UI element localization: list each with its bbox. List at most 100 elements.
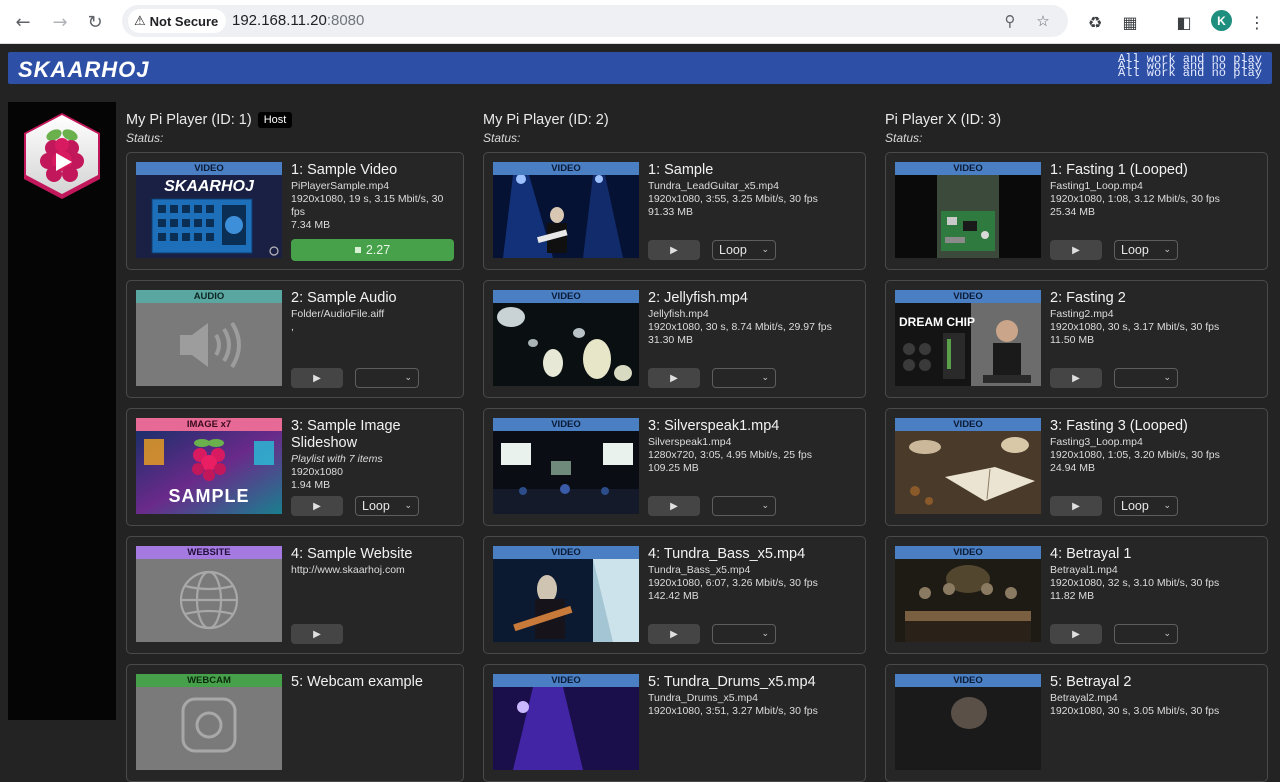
media-card[interactable]: VIDEO 1: Fasting 1 (Looped) Fasting1_Loo… xyxy=(885,152,1268,270)
playing-progress-button[interactable]: 2.27 xyxy=(291,239,454,261)
chevron-down-icon: ⌄ xyxy=(1163,501,1171,511)
media-filename: Tundra_Bass_x5.mp4 xyxy=(648,564,751,576)
media-info: 4: Betrayal 1 Betrayal1.mp4 1920x1080, 3… xyxy=(1050,546,1259,603)
address-bar[interactable]: ⚠ Not Secure 192.168.11.20:8080 ⚲ ☆ xyxy=(122,5,1068,37)
media-size: 109.25 MB xyxy=(648,462,699,474)
media-card[interactable]: VIDEO 5: Betrayal 2 Betrayal2.mp4 1920x1… xyxy=(885,664,1268,782)
media-thumbnail[interactable]: WEBSITE xyxy=(136,546,282,642)
loop-select[interactable]: ⌄ xyxy=(355,368,419,388)
player-status: Status: xyxy=(885,131,923,145)
media-thumbnail[interactable]: VIDEO xyxy=(493,418,639,514)
not-secure-label: Not Secure xyxy=(149,13,219,29)
media-controls: ▶ ⌄ xyxy=(1050,624,1178,644)
media-thumbnail[interactable]: VIDEO xyxy=(895,162,1041,258)
profile-avatar[interactable]: K xyxy=(1211,10,1232,31)
media-thumbnail[interactable]: VIDEO SKAARHOJ xyxy=(136,162,282,258)
media-title: 4: Sample Website xyxy=(291,546,413,562)
media-card[interactable]: AUDIO 2: Sample Audio Folder/AudioFile.a… xyxy=(126,280,464,398)
media-card[interactable]: IMAGE x7 SAMPLE 3: Sample Image Slidesho… xyxy=(126,408,464,526)
player-column-3: Pi Player X (ID: 3) Status: xyxy=(885,110,1001,147)
media-card[interactable]: WEBSITE 4: Sample Website http://www.ska… xyxy=(126,536,464,654)
media-meta: 1920x1080, 1:08, 3.12 Mbit/s, 30 fps xyxy=(1050,193,1220,205)
media-thumbnail[interactable]: VIDEO xyxy=(493,546,639,642)
not-secure-chip[interactable]: ⚠ Not Secure xyxy=(128,9,227,33)
media-thumbnail[interactable]: VIDEO xyxy=(895,418,1041,514)
media-title: 5: Webcam example xyxy=(291,674,423,690)
media-card[interactable]: VIDEO 4: Betrayal 1 Betrayal1.mp4 1920x1… xyxy=(885,536,1268,654)
media-info: 1: Sample Tundra_LeadGuitar_x5.mp4 1920x… xyxy=(648,162,857,219)
webcam-icon xyxy=(136,687,282,770)
media-card[interactable]: VIDEO 2: Jellyfish.mp4 Jellyfish.mp4 192… xyxy=(483,280,866,398)
loop-value: Loop xyxy=(1121,243,1149,257)
play-button[interactable]: ▶ xyxy=(648,240,700,260)
media-type-label: VIDEO xyxy=(895,546,1041,559)
media-thumbnail[interactable]: VIDEO xyxy=(493,162,639,258)
media-info: 4: Sample Website http://www.skaarhoj.co… xyxy=(291,546,455,577)
media-filename: Fasting1_Loop.mp4 xyxy=(1050,180,1143,192)
play-button[interactable]: ▶ xyxy=(648,368,700,388)
media-card[interactable]: VIDEO 3: Silverspeak1.mp4 Silverspeak1.m… xyxy=(483,408,866,526)
media-size: 91.33 MB xyxy=(648,206,693,218)
play-icon: ▶ xyxy=(313,372,321,384)
media-type-label: AUDIO xyxy=(136,290,282,303)
media-meta: 1920x1080, 3:55, 3.25 Mbit/s, 30 fps xyxy=(648,193,818,205)
media-thumbnail[interactable]: VIDEO DREAM CHIP xyxy=(895,290,1041,386)
media-card[interactable]: VIDEO 5: Tundra_Drums_x5.mp4 Tundra_Drum… xyxy=(483,664,866,782)
play-button[interactable]: ▶ xyxy=(648,496,700,516)
menu-kebab-icon[interactable]: ⋮ xyxy=(1244,9,1270,35)
media-thumbnail[interactable]: WEBCAM xyxy=(136,674,282,770)
url-text[interactable]: 192.168.11.20:8080 xyxy=(232,12,364,29)
play-button[interactable]: ▶ xyxy=(291,624,343,644)
media-meta: 1920x1080, 30 s, 8.74 Mbit/s, 29.97 fps xyxy=(648,321,832,333)
loop-select[interactable]: ⌄ xyxy=(1114,624,1178,644)
play-button[interactable]: ▶ xyxy=(291,496,343,516)
loop-select[interactable]: ⌄ xyxy=(1114,368,1178,388)
media-filename: Tundra_Drums_x5.mp4 xyxy=(648,692,758,704)
play-button[interactable]: ▶ xyxy=(648,624,700,644)
loop-select[interactable]: Loop ⌄ xyxy=(1114,496,1178,516)
loop-value: Loop xyxy=(362,499,390,513)
play-button[interactable]: ▶ xyxy=(1050,496,1102,516)
media-playlist: Playlist with 7 items xyxy=(291,453,383,465)
media-thumbnail[interactable]: IMAGE x7 SAMPLE xyxy=(136,418,282,514)
loop-select[interactable]: Loop ⌄ xyxy=(712,240,776,260)
media-size: 11.50 MB xyxy=(1050,334,1095,346)
media-thumbnail[interactable]: AUDIO xyxy=(136,290,282,386)
media-card[interactable]: VIDEO SKAARHOJ 1: Sample Video PiPlayerS… xyxy=(126,152,464,270)
media-thumbnail[interactable]: VIDEO xyxy=(895,674,1041,770)
raspberry-pi-logo-icon[interactable] xyxy=(20,111,104,201)
extensions-puzzle-icon[interactable]: ▦ xyxy=(1117,9,1143,35)
media-filename: Folder/AudioFile.aiff xyxy=(291,308,385,320)
media-card[interactable]: VIDEO 4: Tundra_Bass_x5.mp4 Tundra_Bass_… xyxy=(483,536,866,654)
media-thumbnail[interactable]: VIDEO xyxy=(493,290,639,386)
forward-arrow-icon[interactable]: → xyxy=(46,8,74,36)
media-title: 1: Fasting 1 (Looped) xyxy=(1050,162,1188,178)
media-card[interactable]: VIDEO 3: Fasting 3 (Looped) Fasting3_Loo… xyxy=(885,408,1268,526)
loop-select[interactable]: Loop ⌄ xyxy=(1114,240,1178,260)
stage-screens-thumbnail-icon xyxy=(493,431,639,514)
media-info: 4: Tundra_Bass_x5.mp4 Tundra_Bass_x5.mp4… xyxy=(648,546,857,603)
skaarhoj-panel-thumbnail-icon: SKAARHOJ xyxy=(136,175,282,258)
side-panel-icon[interactable]: ◧ xyxy=(1171,9,1197,35)
media-card[interactable]: VIDEO 1: Sample Tundra_LeadGuitar_x5.mp4… xyxy=(483,152,866,270)
zoom-icon[interactable]: ⚲ xyxy=(999,10,1021,32)
extension-refresh-icon[interactable]: ♻ xyxy=(1082,9,1108,35)
loop-select[interactable]: Loop ⌄ xyxy=(355,496,419,516)
play-button[interactable]: ▶ xyxy=(1050,368,1102,388)
loop-select[interactable]: ⌄ xyxy=(712,496,776,516)
loop-select[interactable]: ⌄ xyxy=(712,368,776,388)
play-button[interactable]: ▶ xyxy=(1050,624,1102,644)
media-thumbnail[interactable]: VIDEO xyxy=(895,546,1041,642)
media-type-label: WEBCAM xyxy=(136,674,282,687)
play-button[interactable]: ▶ xyxy=(291,368,343,388)
loop-select[interactable]: ⌄ xyxy=(712,624,776,644)
media-card[interactable]: WEBCAM 5: Webcam example xyxy=(126,664,464,782)
back-arrow-icon[interactable]: ← xyxy=(9,8,37,36)
bookmark-star-icon[interactable]: ☆ xyxy=(1032,10,1054,32)
reload-icon[interactable]: ↻ xyxy=(81,8,109,36)
media-title: 4: Tundra_Bass_x5.mp4 xyxy=(648,546,806,562)
play-button[interactable]: ▶ xyxy=(1050,240,1102,260)
media-card[interactable]: VIDEO DREAM CHIP 2: Fasting 2 Fasting2.m… xyxy=(885,280,1268,398)
media-thumbnail[interactable]: VIDEO xyxy=(493,674,639,770)
player-status: Status: xyxy=(126,131,164,145)
